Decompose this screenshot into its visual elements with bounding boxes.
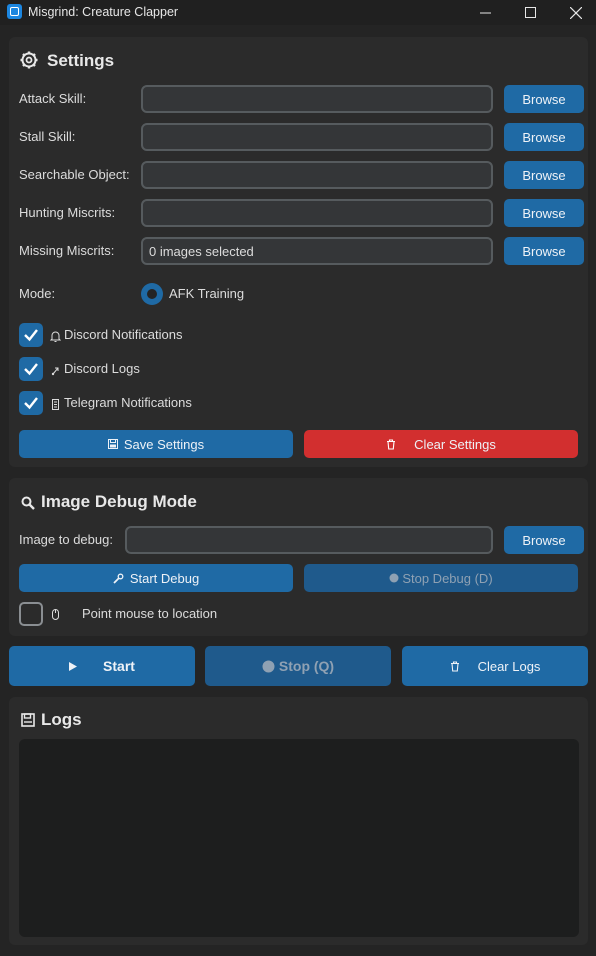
image-to-debug-input[interactable] [125,526,493,554]
clear-logs-label: Clear Logs [477,658,541,674]
stop-circle-icon [262,660,275,672]
searchable-object-browse-button[interactable]: Browse [504,161,584,189]
hunting-miscrits-label: Hunting Miscrits: [19,205,116,220]
close-icon [570,6,582,19]
searchable-object-input[interactable] [141,161,493,189]
stop-label: Stop (Q) [278,658,335,674]
link-icon [51,367,59,376]
telegram-notifications-label: Telegram Notifications [64,395,192,410]
stop-debug-label: Stop Debug (D) [402,570,493,586]
trash-icon [387,438,396,450]
maximize-icon [524,7,536,18]
mouse-icon [52,609,59,620]
start-debug-label: Start Debug [129,570,200,586]
start-debug-button[interactable]: Start Debug [19,564,293,592]
minimize-icon [479,12,491,14]
start-label: Start [103,658,135,674]
app-icon [7,4,22,19]
discord-logs-label: Discord Logs [64,361,140,376]
attack-skill-browse-button[interactable]: Browse [504,85,584,113]
logs-output[interactable] [19,739,579,937]
mode-label: Mode: [19,286,56,301]
clear-settings-label: Clear Settings [414,436,496,452]
magnifier-icon [21,496,35,510]
bell-icon [50,331,61,342]
settings-title: Settings [47,51,115,70]
image-to-debug-label: Image to debug: [19,532,113,547]
checkmark-icon [24,329,38,342]
floppy-disk-icon [21,713,35,727]
stop-button[interactable]: Stop (Q) [205,646,391,686]
missing-miscrits-input[interactable] [141,237,493,265]
stall-skill-label: Stall Skill: [19,129,76,144]
save-settings-label: Save Settings [123,436,205,452]
discord-logs-checkbox[interactable] [19,357,43,381]
floppy-disk-icon [107,439,118,449]
close-button[interactable] [553,0,596,25]
checkmark-icon [24,363,38,376]
attack-skill-label: Attack Skill: [19,91,87,106]
discord-notifications-label: Discord Notifications [64,327,183,342]
window-title: Misgrind: Creature Clapper [28,5,179,19]
minimize-button[interactable] [462,0,508,25]
hunting-miscrits-browse-button[interactable]: Browse [504,199,584,227]
image-debug-browse-button[interactable]: Browse [504,526,584,554]
image-debug-title: Image Debug Mode [41,492,197,511]
save-settings-button[interactable]: Save Settings [19,430,293,458]
trash-icon [450,660,459,672]
title-bar: Misgrind: Creature Clapper [0,0,596,25]
logs-title: Logs [41,710,82,729]
stop-debug-button[interactable]: Stop Debug (D) [304,564,578,592]
attack-skill-input[interactable] [141,85,493,113]
stall-skill-input[interactable] [141,123,493,151]
missing-miscrits-browse-button[interactable]: Browse [504,237,584,265]
stop-circle-icon [389,573,399,583]
discord-notifications-checkbox[interactable] [19,323,43,347]
afk-training-label: AFK Training [169,286,245,301]
clear-settings-button[interactable]: Clear Settings [304,430,578,458]
point-mouse-checkbox[interactable] [19,602,43,626]
telegram-notifications-checkbox[interactable] [19,391,43,415]
point-mouse-label: Point mouse to location [82,606,218,621]
missing-miscrits-label: Missing Miscrits: [19,243,115,258]
hunting-miscrits-input[interactable] [141,199,493,227]
maximize-button[interactable] [507,0,553,25]
afk-training-radio[interactable] [141,283,163,305]
clear-logs-button[interactable]: Clear Logs [402,646,588,686]
start-button[interactable]: Start [9,646,195,686]
stall-skill-browse-button[interactable]: Browse [504,123,584,151]
play-icon [69,661,78,671]
wrench-icon [113,573,124,584]
searchable-object-label: Searchable Object: [19,167,130,182]
document-icon [52,399,59,410]
checkmark-icon [24,397,38,410]
gear-icon [20,51,38,69]
